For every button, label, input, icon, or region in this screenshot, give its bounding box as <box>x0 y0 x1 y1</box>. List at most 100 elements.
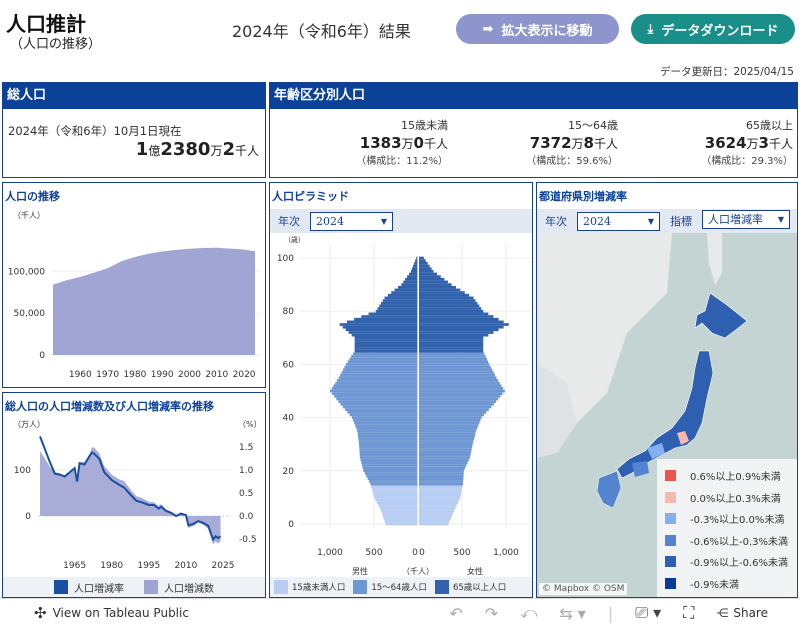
male-bar[interactable] <box>336 397 418 401</box>
male-bar[interactable] <box>374 496 418 499</box>
expand-view-button[interactable]: ➡ 拡大表示に移動 <box>456 14 619 44</box>
female-bar[interactable] <box>419 458 469 462</box>
map-legend-item[interactable]: -0.9%未満 <box>665 573 797 595</box>
male-bar[interactable] <box>346 320 418 324</box>
male-bar[interactable] <box>354 349 418 353</box>
female-bar[interactable] <box>419 309 484 313</box>
female-bar[interactable] <box>419 379 499 382</box>
female-bar[interactable] <box>419 514 452 518</box>
female-bar[interactable] <box>419 317 499 321</box>
female-bar[interactable] <box>419 426 478 430</box>
male-bar[interactable] <box>361 461 418 465</box>
male-bar[interactable] <box>332 392 418 396</box>
female-bar[interactable] <box>419 328 499 332</box>
female-bar[interactable] <box>419 416 482 419</box>
male-bar[interactable] <box>331 387 418 390</box>
male-bar[interactable] <box>349 413 418 417</box>
female-bar[interactable] <box>419 400 496 404</box>
male-bar[interactable] <box>354 336 418 340</box>
female-bar[interactable] <box>419 291 465 294</box>
male-bar[interactable] <box>367 477 418 481</box>
male-bar[interactable] <box>351 333 418 337</box>
male-bar[interactable] <box>384 296 418 300</box>
female-bar[interactable] <box>419 296 474 300</box>
female-bar[interactable] <box>419 352 485 356</box>
female-bar[interactable] <box>419 397 499 401</box>
female-bar[interactable] <box>419 501 458 505</box>
map-legend-item[interactable]: -0.9%以上-0.6%未満 <box>665 551 797 573</box>
female-bar[interactable] <box>419 277 445 281</box>
female-bar[interactable] <box>419 355 486 358</box>
female-bar[interactable] <box>419 448 472 451</box>
male-bar[interactable] <box>361 315 418 318</box>
female-bar[interactable] <box>419 272 438 276</box>
male-bar[interactable] <box>353 418 418 422</box>
female-bar[interactable] <box>419 381 500 385</box>
female-bar[interactable] <box>419 472 464 475</box>
female-bar[interactable] <box>419 509 455 513</box>
indicator-select[interactable]: 人口増減率 ▼ <box>702 209 790 229</box>
female-bar[interactable] <box>419 453 471 457</box>
male-bar[interactable] <box>348 331 418 334</box>
female-bar[interactable] <box>419 261 428 265</box>
female-bar[interactable] <box>419 357 487 361</box>
male-bar[interactable] <box>362 466 418 470</box>
female-bar[interactable] <box>419 339 484 342</box>
female-bar[interactable] <box>419 301 478 305</box>
male-bar[interactable] <box>364 472 418 475</box>
female-bar[interactable] <box>419 421 480 425</box>
male-bar[interactable] <box>413 264 418 268</box>
male-bar[interactable] <box>378 504 418 507</box>
male-bar[interactable] <box>375 309 418 313</box>
redo-icon[interactable]: ↷ <box>485 604 498 623</box>
male-bar[interactable] <box>344 365 418 369</box>
female-bar[interactable] <box>419 520 450 523</box>
male-bar[interactable] <box>359 448 418 451</box>
male-bar[interactable] <box>339 323 418 326</box>
male-bar[interactable] <box>379 304 418 308</box>
female-bar[interactable] <box>419 387 504 390</box>
male-bar[interactable] <box>357 432 418 435</box>
male-bar[interactable] <box>358 440 418 443</box>
female-bar[interactable] <box>419 394 501 398</box>
female-bar[interactable] <box>419 506 456 510</box>
view-on-tableau-link[interactable]: ✣ View on Tableau Public <box>34 604 189 622</box>
male-bar[interactable] <box>342 405 418 409</box>
male-bar[interactable] <box>360 458 418 462</box>
female-bar[interactable] <box>419 373 496 377</box>
female-bar[interactable] <box>419 333 489 337</box>
male-bar[interactable] <box>410 269 418 273</box>
female-bar[interactable] <box>419 304 480 308</box>
female-bar[interactable] <box>419 269 434 273</box>
male-bar[interactable] <box>345 363 418 366</box>
male-bar[interactable] <box>337 379 418 382</box>
female-bar[interactable] <box>419 488 462 491</box>
female-bar[interactable] <box>419 480 464 483</box>
female-bar[interactable] <box>419 307 482 310</box>
data-download-button[interactable]: ⤓ データダウンロード <box>631 14 795 44</box>
female-bar[interactable] <box>419 442 473 446</box>
male-bar[interactable] <box>384 520 418 523</box>
female-bar[interactable] <box>419 461 468 465</box>
female-bar[interactable] <box>419 288 461 292</box>
female-bar[interactable] <box>419 477 464 481</box>
male-bar[interactable] <box>371 488 418 491</box>
male-bar[interactable] <box>338 376 418 380</box>
female-bar[interactable] <box>419 429 477 433</box>
male-bar[interactable] <box>358 437 418 441</box>
female-bar[interactable] <box>419 259 426 263</box>
female-bar[interactable] <box>419 299 476 302</box>
male-bar[interactable] <box>345 408 418 411</box>
male-bar[interactable] <box>354 339 418 342</box>
male-bar[interactable] <box>403 280 418 284</box>
male-bar[interactable] <box>376 501 418 505</box>
female-bar[interactable] <box>419 512 454 515</box>
female-bar[interactable] <box>419 437 475 441</box>
female-bar[interactable] <box>419 496 461 499</box>
male-bar[interactable] <box>330 389 418 393</box>
female-bar[interactable] <box>419 344 484 348</box>
map-legend-item[interactable]: -0.6%以上-0.3%未満 <box>665 530 797 552</box>
male-bar[interactable] <box>375 498 418 502</box>
female-bar[interactable] <box>419 504 457 507</box>
male-bar[interactable] <box>369 480 418 483</box>
